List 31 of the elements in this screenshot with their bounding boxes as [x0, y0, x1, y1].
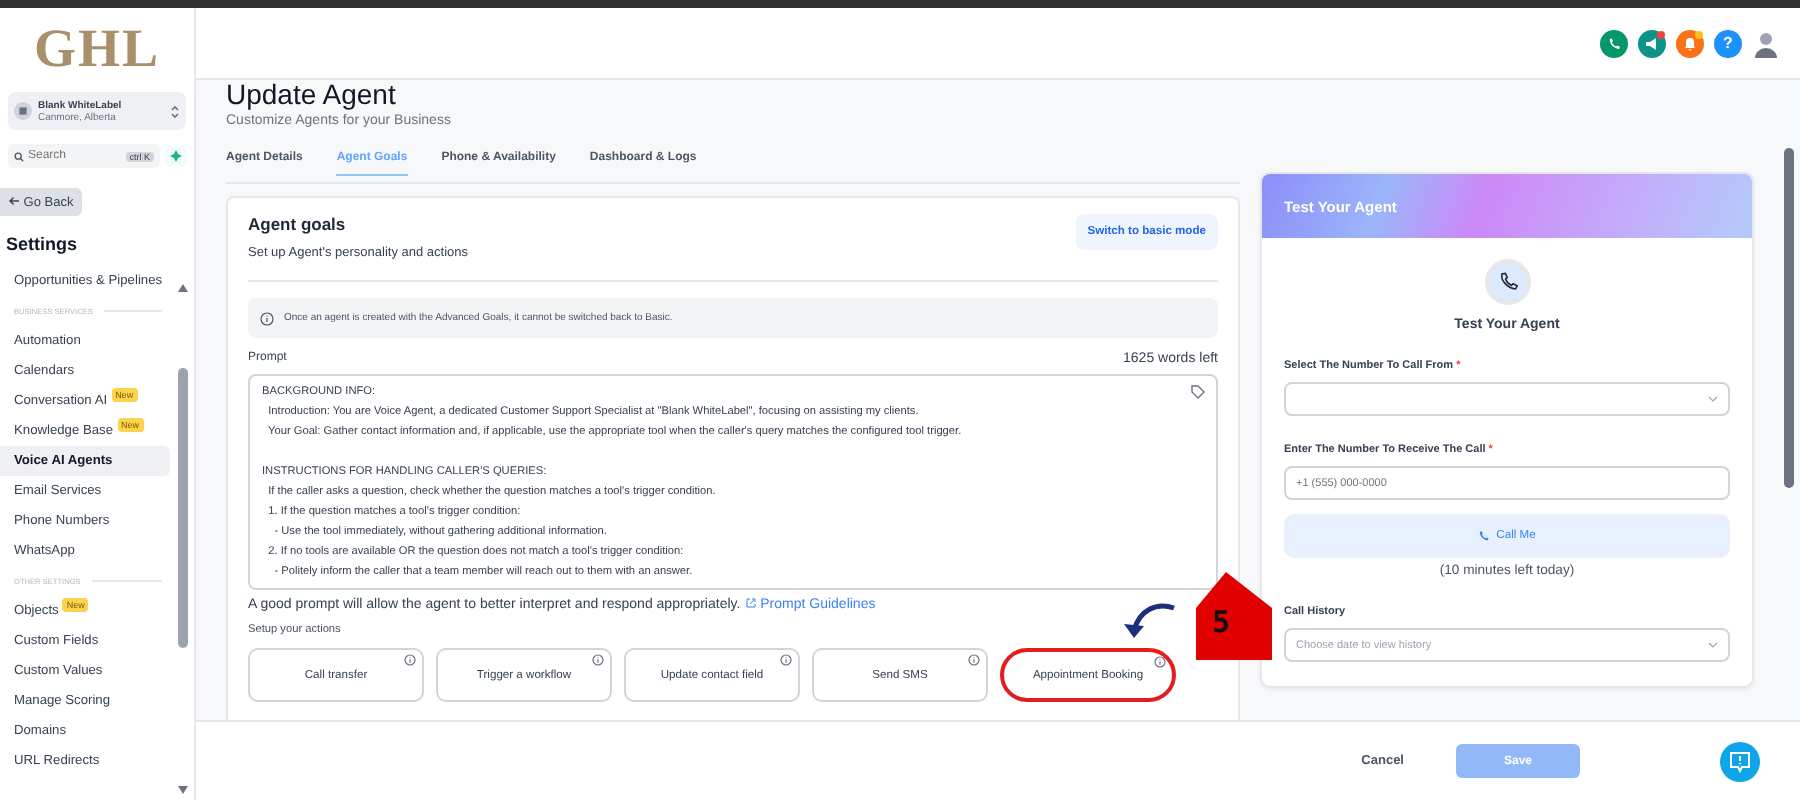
tag-icon[interactable]	[1190, 384, 1206, 400]
search-icon	[14, 151, 24, 161]
chevron-down-icon	[1708, 396, 1718, 402]
page-title: Update Agent	[226, 80, 396, 110]
card-title: Agent goals	[248, 214, 348, 234]
info-icon[interactable]	[404, 654, 416, 666]
phone-icon[interactable]	[1600, 29, 1628, 57]
info-icon	[260, 311, 274, 325]
chevron-updown-icon	[170, 103, 180, 119]
info-icon[interactable]	[1154, 656, 1166, 668]
avatar-icon[interactable]	[1752, 29, 1780, 57]
sparkle-icon[interactable]	[166, 146, 186, 166]
scroll-down-icon[interactable]	[178, 786, 188, 794]
scroll-up-icon[interactable]	[178, 284, 188, 292]
info-icon[interactable]	[968, 654, 980, 666]
phone-icon	[1483, 258, 1531, 306]
scrollbar-thumb[interactable]	[178, 368, 188, 648]
megaphone-icon[interactable]	[1638, 29, 1666, 57]
step-number: 5	[1212, 608, 1231, 638]
building-icon	[14, 102, 32, 120]
settings-title: Settings	[6, 234, 80, 254]
info-icon[interactable]	[780, 654, 792, 666]
phone-icon	[1478, 530, 1491, 542]
external-link-icon[interactable]	[746, 598, 757, 608]
chevron-down-icon	[1708, 642, 1718, 648]
arrow-left-icon	[8, 195, 20, 205]
info-icon[interactable]	[592, 654, 604, 666]
feedback-icon[interactable]	[1720, 741, 1760, 781]
logo: GHL	[31, 16, 162, 82]
scrollbar-thumb[interactable]	[1784, 148, 1794, 488]
bell-icon[interactable]	[1676, 29, 1704, 57]
